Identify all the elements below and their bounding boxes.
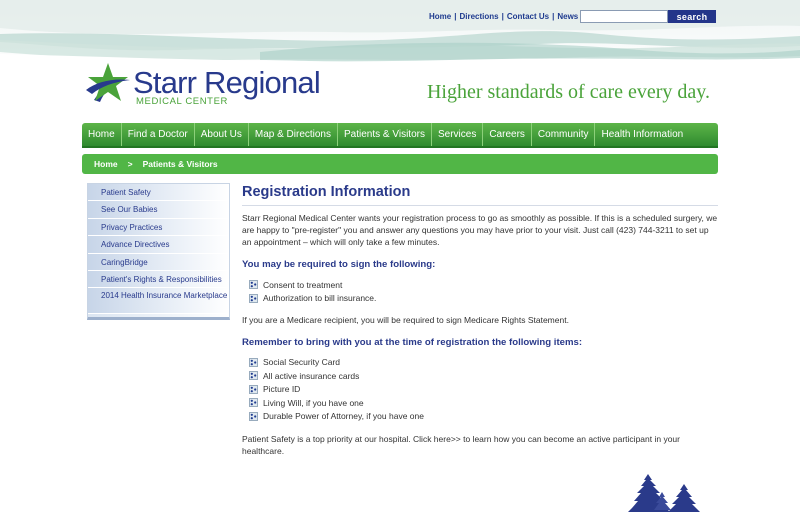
util-link-contact-us[interactable]: Contact Us xyxy=(507,12,549,21)
search-button[interactable]: search xyxy=(668,10,716,23)
nav-community[interactable]: Community xyxy=(532,123,596,146)
main-content: Registration Information Starr Regional … xyxy=(242,184,718,457)
list-item: Durable Power of Attorney, if you have o… xyxy=(249,409,718,422)
nav-map-directions[interactable]: Map & Directions xyxy=(249,123,338,146)
sidebar-item-patient-safety[interactable]: Patient Safety xyxy=(88,184,229,202)
list-item: Authorization to bill insurance. xyxy=(249,291,718,304)
breadcrumb-patients-visitors[interactable]: Patients & Visitors xyxy=(143,159,218,169)
sidebar-item-health-insurance-marketplace[interactable]: 2014 Health Insurance Marketplace xyxy=(88,288,229,315)
sidebar-item-patients-rights[interactable]: Patient's Rights & Responsibilities xyxy=(88,270,229,289)
bring-heading: Remember to bring with you at the time o… xyxy=(242,336,583,348)
sidebar-item-caringbridge[interactable]: CaringBridge xyxy=(88,253,229,271)
bring-item-text: Living Will, if you have one xyxy=(263,397,364,408)
bullet-icon xyxy=(249,371,258,381)
nav-patients-visitors[interactable]: Patients & Visitors xyxy=(338,123,432,146)
bullet-icon xyxy=(249,384,258,394)
list-item: Picture ID xyxy=(249,383,718,396)
breadcrumb-home[interactable]: Home xyxy=(94,159,118,169)
nav-health-information[interactable]: Health Information xyxy=(595,123,689,146)
list-item: Living Will, if you have one xyxy=(249,396,718,409)
sign-item-text: Consent to treatment xyxy=(263,279,343,290)
bullet-icon xyxy=(249,293,258,303)
bullet-icon xyxy=(249,357,258,367)
sidebar-item-privacy-practices[interactable]: Privacy Practices xyxy=(88,218,229,237)
tagline: Higher standards of care every day. xyxy=(426,81,710,103)
bullet-icon xyxy=(249,280,258,290)
nav-careers[interactable]: Careers xyxy=(483,123,532,146)
sidebar-item-advance-directives[interactable]: Advance Directives xyxy=(88,236,229,254)
star-logo-icon xyxy=(86,63,130,102)
sign-heading: You may be required to sign the followin… xyxy=(242,259,436,270)
util-separator: | xyxy=(501,12,504,21)
bullet-icon xyxy=(249,398,258,408)
page-title: Registration Information xyxy=(242,184,718,206)
bring-item-text: All active insurance cards xyxy=(263,370,360,381)
sign-list: Consent to treatment Authorization to bi… xyxy=(249,278,718,305)
util-separator: | xyxy=(454,12,457,21)
logo-subtitle: MEDICAL CENTER xyxy=(136,96,228,107)
nav-about-us[interactable]: About Us xyxy=(195,123,249,146)
nav-home[interactable]: Home xyxy=(82,123,122,146)
tree-silhouette-icon xyxy=(628,474,700,512)
sidebar-item-see-our-babies[interactable]: See Our Babies xyxy=(88,201,229,219)
intro-paragraph: Starr Regional Medical Center wants your… xyxy=(242,213,718,247)
sign-item-text: Authorization to bill insurance. xyxy=(263,293,377,304)
patient-safety-note: Patient Safety is a top priority at our … xyxy=(242,433,680,456)
bring-item-text: Durable Power of Attorney, if you have o… xyxy=(263,411,424,422)
utility-nav: Home | Directions | Contact Us | News xyxy=(429,12,578,21)
util-link-home[interactable]: Home xyxy=(429,12,451,21)
bring-item-text: Picture ID xyxy=(263,384,301,395)
list-item: Social Security Card xyxy=(249,356,718,369)
util-link-directions[interactable]: Directions xyxy=(459,12,498,21)
breadcrumb: Home > Patients & Visitors xyxy=(82,154,718,174)
site-logo[interactable]: Starr Regional MEDICAL CENTER xyxy=(84,60,321,110)
bullet-icon xyxy=(249,411,258,421)
nav-services[interactable]: Services xyxy=(432,123,484,146)
bring-list: Social Security Card All active insuranc… xyxy=(249,356,718,423)
util-separator: | xyxy=(552,12,555,21)
list-item: All active insurance cards xyxy=(249,369,718,382)
list-item: Consent to treatment xyxy=(249,278,718,291)
sidebar-menu: Patient Safety See Our Babies Privacy Pr… xyxy=(87,183,230,320)
util-link-news[interactable]: News xyxy=(557,12,578,21)
nav-find-a-doctor[interactable]: Find a Doctor xyxy=(122,123,195,146)
search-input[interactable] xyxy=(580,10,668,23)
bring-item-text: Social Security Card xyxy=(263,357,341,368)
medicare-note: If you are a Medicare recipient, you wil… xyxy=(242,314,569,325)
breadcrumb-separator: > xyxy=(127,159,133,169)
main-nav: Home Find a Doctor About Us Map & Direct… xyxy=(82,123,718,148)
